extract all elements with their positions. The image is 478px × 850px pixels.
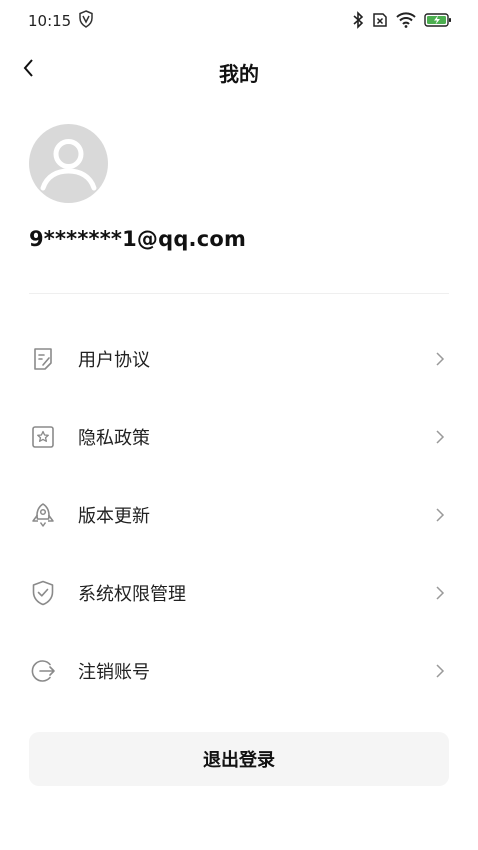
status-time: 10:15 <box>28 12 72 30</box>
status-icons <box>352 11 452 33</box>
settings-menu: 用户协议 隐私政策 版本更新 系统权限管理 注销账号 <box>0 320 478 710</box>
vpn-icon <box>78 10 94 28</box>
avatar[interactable] <box>29 124 108 203</box>
wifi-icon <box>396 12 416 32</box>
bluetooth-icon <box>352 11 364 33</box>
status-bar: 10:15 <box>0 0 478 40</box>
menu-item-user-agreement[interactable]: 用户协议 <box>0 320 478 398</box>
logout-button[interactable]: 退出登录 <box>29 732 449 786</box>
chevron-right-icon <box>434 428 446 446</box>
chevron-right-icon <box>434 350 446 368</box>
menu-item-privacy-policy[interactable]: 隐私政策 <box>0 398 478 476</box>
battery-charging-icon <box>424 12 452 32</box>
menu-item-label: 注销账号 <box>78 662 150 683</box>
menu-item-label: 用户协议 <box>78 350 150 371</box>
chevron-right-icon <box>434 662 446 680</box>
nav-bar: 我的 <box>0 50 478 90</box>
rocket-icon <box>29 501 57 529</box>
default-avatar-icon <box>29 139 108 203</box>
menu-item-label: 版本更新 <box>78 506 150 527</box>
menu-item-label: 隐私政策 <box>78 428 150 449</box>
menu-item-version-update[interactable]: 版本更新 <box>0 476 478 554</box>
menu-item-cancel-account[interactable]: 注销账号 <box>0 632 478 710</box>
page-title: 我的 <box>219 62 259 86</box>
menu-item-label: 系统权限管理 <box>78 584 186 605</box>
account-email: 9*******1@qq.com <box>29 227 247 251</box>
logout-icon <box>29 657 57 685</box>
sim-disabled-icon <box>372 12 388 32</box>
chevron-right-icon <box>434 506 446 524</box>
star-square-icon <box>29 423 57 451</box>
divider <box>29 293 449 294</box>
chevron-right-icon <box>434 584 446 602</box>
menu-item-permission-management[interactable]: 系统权限管理 <box>0 554 478 632</box>
shield-check-icon <box>29 579 57 607</box>
document-edit-icon <box>29 345 57 373</box>
